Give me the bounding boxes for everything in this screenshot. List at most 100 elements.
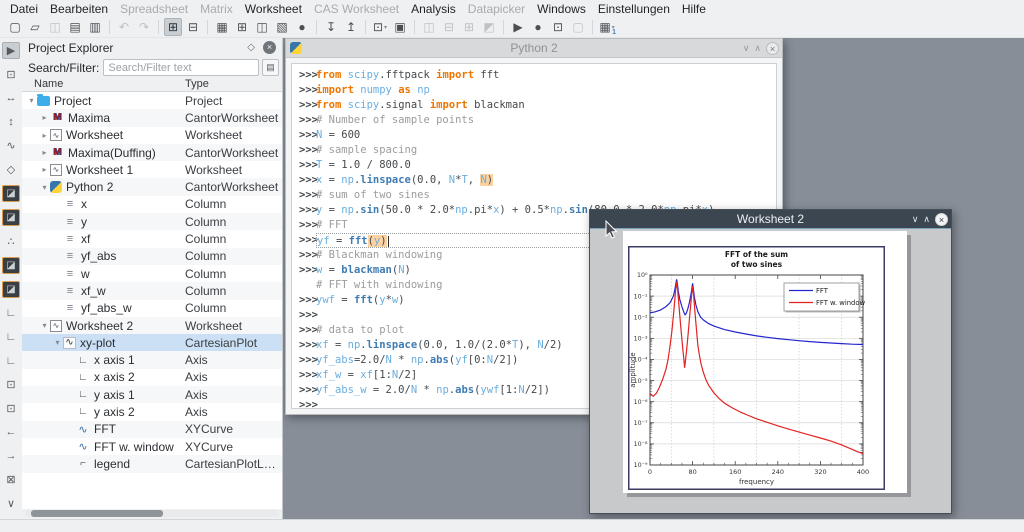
new-y-axis-button[interactable]: ∟ <box>2 352 20 369</box>
auto-scale-button[interactable]: ⊠ <box>2 471 20 488</box>
menu-analysis[interactable]: Analysis <box>405 2 462 16</box>
fft-plot[interactable]: FFT of the sumof two sines08016024032040… <box>628 246 885 490</box>
tree-item-fft[interactable]: ∿FFTXYCurve <box>22 421 282 438</box>
filter-options-button[interactable]: ▤ <box>262 59 279 76</box>
menu-windows[interactable]: Windows <box>531 2 592 16</box>
scrollbar-thumb[interactable] <box>31 510 163 517</box>
menu-bearbeiten[interactable]: Bearbeiten <box>44 2 114 16</box>
expander-icon[interactable]: ▸ <box>39 113 50 122</box>
tree-item-y[interactable]: ≡yColumn <box>22 213 282 230</box>
tree-item-y-axis-2[interactable]: ∟y axis 2Axis <box>22 403 282 420</box>
tree-item-x-axis-2[interactable]: ∟x axis 2Axis <box>22 369 282 386</box>
new-document-button[interactable]: ▢ <box>6 18 24 36</box>
select-y-region-button[interactable]: ↕ <box>2 114 20 131</box>
tree-item-maxima[interactable]: ▸MMaximaCantorWorksheet <box>22 109 282 126</box>
tree-item-xy-plot[interactable]: ▾∿xy-plotCartesianPlot <box>22 334 282 351</box>
new-histogram-axis-button[interactable]: ∟ <box>2 328 20 345</box>
tree-item-maxima-duffing-[interactable]: ▸MMaxima(Duffing)CantorWorksheet <box>22 144 282 161</box>
expander-icon[interactable]: ▾ <box>39 183 50 192</box>
new-matrix-button[interactable]: ⊞ <box>233 18 251 36</box>
tree-item-x-axis-1[interactable]: ∟x axis 1Axis <box>22 351 282 368</box>
close-window-button[interactable]: × <box>766 42 779 55</box>
export-button[interactable]: ↥ <box>342 18 360 36</box>
close-window-button[interactable]: × <box>935 213 948 226</box>
column-header-type[interactable]: Type <box>185 78 282 91</box>
zoom-region-button[interactable]: ⊡ <box>549 18 567 36</box>
menu-worksheet[interactable]: Worksheet <box>239 2 308 16</box>
zoom-in-plot-button[interactable]: ⊡ <box>2 376 20 393</box>
worksheet-page[interactable]: FFT of the sumof two sines08016024032040… <box>623 231 907 493</box>
new-spreadsheet-button[interactable]: ▦ <box>213 18 231 36</box>
add-plot-area-button-3[interactable]: ◪ <box>2 257 20 274</box>
minimize-window-button[interactable]: ∧ <box>754 44 761 53</box>
select-mode-button[interactable]: ▶ <box>509 18 527 36</box>
new-worksheet-button[interactable]: ▧ <box>273 18 291 36</box>
float-dock-icon[interactable]: ◇ <box>247 42 255 53</box>
expander-icon[interactable]: ▸ <box>39 148 50 157</box>
new-note-button[interactable]: ● <box>293 18 311 36</box>
more-tools-button[interactable]: ∨ <box>2 495 20 512</box>
tree-item-worksheet-2[interactable]: ▾∿Worksheet 2Worksheet <box>22 317 282 334</box>
tree-item-worksheet[interactable]: ▸∿WorksheetWorksheet <box>22 127 282 144</box>
expander-icon[interactable]: ▸ <box>39 131 50 140</box>
crosshair-mode-button[interactable]: ● <box>529 18 547 36</box>
dropdown-arrow-icon[interactable]: ▾ <box>384 24 387 31</box>
console-line: >>># sum of two sines <box>292 188 776 203</box>
add-plot-area-button-1[interactable]: ◪ <box>2 185 20 202</box>
zoom-and-select-button[interactable]: ⊡ <box>2 66 20 83</box>
project-explorer-titlebar[interactable]: Project Explorer ◇ × <box>22 38 282 57</box>
menu-hilfe[interactable]: Hilfe <box>676 2 712 16</box>
project-tree[interactable]: ▾ProjectProject▸MMaximaCantorWorksheet▸∿… <box>22 92 282 509</box>
print-preview-button[interactable]: ▥ <box>86 18 104 36</box>
tree-item-xf[interactable]: ≡xfColumn <box>22 230 282 247</box>
add-data-points-button[interactable]: ∴ <box>2 233 20 250</box>
shade-window-button[interactable]: ∨ <box>743 44 750 53</box>
tree-item-python-2[interactable]: ▾Python 2CantorWorksheet <box>22 178 282 195</box>
column-header-name[interactable]: Name <box>22 78 185 91</box>
expander-icon[interactable]: ▾ <box>39 321 50 330</box>
zoom-out-plot-button[interactable]: ⊡ <box>2 400 20 417</box>
tree-item-yf-abs[interactable]: ≡yf_absColumn <box>22 248 282 265</box>
worksheet-window-titlebar[interactable]: Worksheet 2 ∨∧× <box>590 210 951 229</box>
python-window-titlebar[interactable]: Python 2 ∨∧× <box>286 39 782 58</box>
new-equation-curve-button[interactable]: ◇ <box>2 161 20 178</box>
new-x-axis-button[interactable]: ∟ <box>2 305 20 322</box>
shift-right-x-button[interactable]: → <box>2 448 20 465</box>
add-plot-area-button-4[interactable]: ◪ <box>2 281 20 298</box>
expander-icon[interactable]: ▾ <box>26 96 37 105</box>
tree-item-x[interactable]: ≡xColumn <box>22 196 282 213</box>
tree-item-w[interactable]: ≡wColumn <box>22 265 282 282</box>
new-xy-curve-button[interactable]: ∿ <box>2 137 20 154</box>
tree-item-worksheet-1[interactable]: ▸∿Worksheet 1Worksheet <box>22 161 282 178</box>
tree-item-yf-abs-w[interactable]: ≡yf_abs_wColumn <box>22 300 282 317</box>
tree-item-y-axis-1[interactable]: ∟y axis 1Axis <box>22 386 282 403</box>
tree-item-fft-w-window[interactable]: ∿FFT w. windowXYCurve <box>22 438 282 455</box>
open-file-button[interactable]: ▱ <box>26 18 44 36</box>
expander-icon[interactable]: ▸ <box>39 165 50 174</box>
zoom-select-button[interactable]: ⊡▾ <box>371 18 389 36</box>
select-cursor-button[interactable]: ▶ <box>2 42 20 59</box>
evaluate-entry-button[interactable]: ▦▾1 <box>598 18 616 36</box>
fit-page-button[interactable]: ▣ <box>391 18 409 36</box>
expander-icon[interactable]: ▾ <box>52 338 63 347</box>
tree-item-xf-w[interactable]: ≡xf_wColumn <box>22 282 282 299</box>
tree-item-legend[interactable]: ⌐legendCartesianPlotLege... <box>22 455 282 472</box>
worksheet-viewport[interactable]: FFT of the sumof two sines08016024032040… <box>590 229 951 513</box>
menu-einstellungen[interactable]: Einstellungen <box>592 2 676 16</box>
menu-datei[interactable]: Datei <box>4 2 44 16</box>
toggle-properties-dock-button[interactable]: ⊟ <box>184 18 202 36</box>
tree-horizontal-scrollbar[interactable] <box>25 510 279 517</box>
print-button[interactable]: ▤ <box>66 18 84 36</box>
close-dock-icon[interactable]: × <box>263 41 276 54</box>
tree-column-headers[interactable]: Name Type <box>22 78 282 92</box>
select-x-region-button[interactable]: ↔ <box>2 90 20 107</box>
search-filter-input[interactable] <box>103 59 259 76</box>
new-workbook-button[interactable]: ◫ <box>253 18 271 36</box>
shade-window-button[interactable]: ∨ <box>912 215 919 224</box>
add-plot-area-button-2[interactable]: ◪ <box>2 209 20 226</box>
minimize-window-button[interactable]: ∧ <box>923 215 930 224</box>
toggle-project-explorer-button[interactable]: ⊞ <box>164 18 182 36</box>
shift-left-x-button[interactable]: ← <box>2 424 20 441</box>
tree-item-project[interactable]: ▾ProjectProject <box>22 92 282 109</box>
import-button[interactable]: ↧ <box>322 18 340 36</box>
